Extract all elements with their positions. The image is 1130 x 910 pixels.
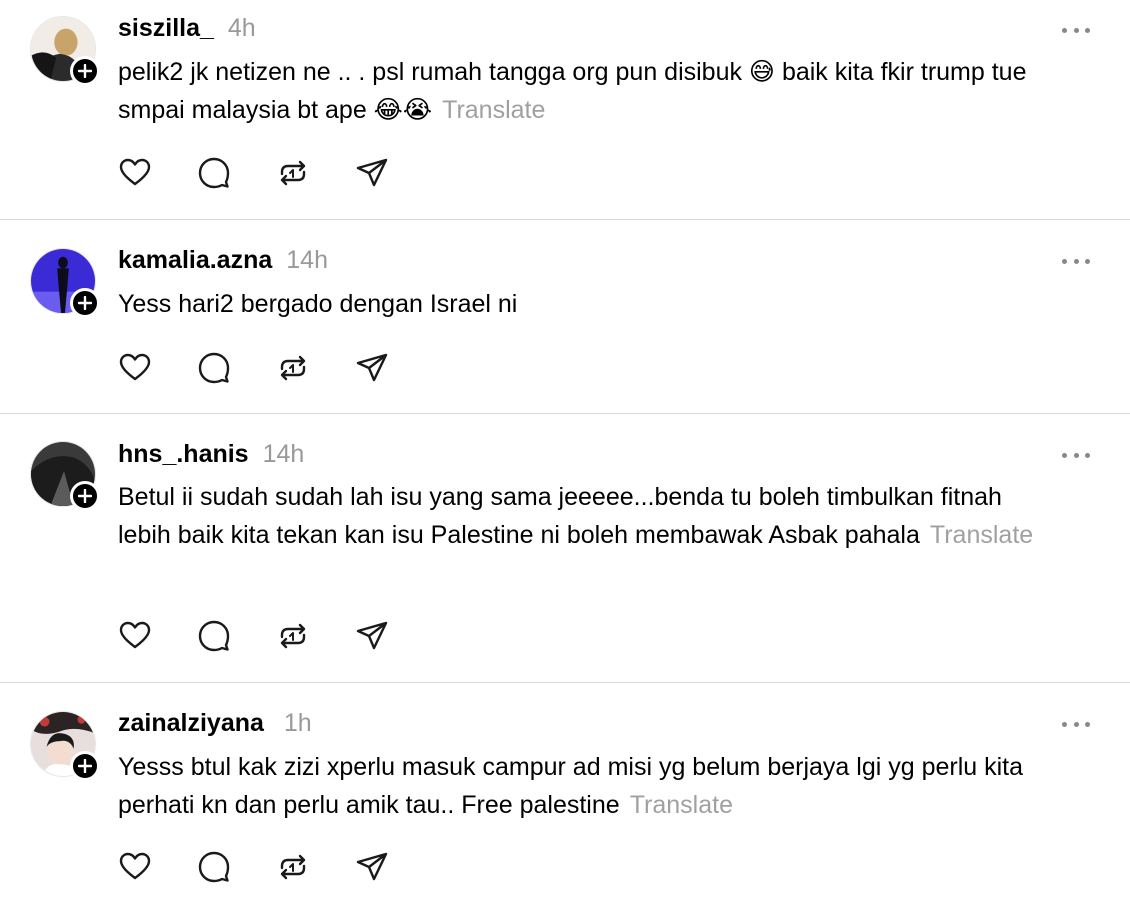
plus-icon bbox=[78, 759, 92, 773]
follow-button[interactable] bbox=[70, 751, 100, 781]
like-button[interactable] bbox=[118, 619, 152, 653]
username[interactable]: kamalia.azna bbox=[118, 246, 272, 275]
comment-header: kamalia.azna 14h bbox=[118, 246, 328, 276]
username[interactable]: siszilla_ bbox=[118, 14, 214, 43]
send-icon bbox=[356, 158, 388, 187]
more-dots-icon-dot bbox=[1085, 27, 1090, 33]
heart-icon bbox=[119, 852, 151, 880]
comment-post: zainalziyana 1h Yesss btul kak zizi xper… bbox=[0, 683, 1130, 910]
like-button[interactable] bbox=[118, 850, 152, 884]
reply-button[interactable] bbox=[197, 351, 231, 385]
repost-button[interactable] bbox=[276, 850, 310, 884]
reply-button[interactable] bbox=[197, 156, 231, 190]
more-options-button[interactable] bbox=[1062, 25, 1090, 35]
translate-link[interactable]: Translate bbox=[442, 96, 545, 124]
more-options-button[interactable] bbox=[1062, 256, 1090, 266]
comment-icon bbox=[198, 352, 230, 384]
share-button[interactable] bbox=[355, 351, 389, 385]
comment-header: siszilla_ 4h bbox=[118, 14, 256, 44]
translate-link[interactable]: Translate bbox=[930, 521, 1033, 549]
comment-body: Yess hari2 bergado dengan Israel ni bbox=[118, 290, 518, 318]
heart-icon bbox=[119, 158, 151, 186]
repost-button[interactable] bbox=[276, 351, 310, 385]
comment-text: Yess hari2 bergado dengan Israel ni bbox=[118, 285, 1098, 323]
share-button[interactable] bbox=[355, 850, 389, 884]
action-bar bbox=[118, 850, 434, 884]
send-icon bbox=[356, 353, 388, 382]
username[interactable]: zainalziyana bbox=[118, 709, 264, 738]
avatar-wrapper bbox=[30, 441, 100, 511]
plus-icon bbox=[78, 64, 92, 78]
comment-icon bbox=[198, 620, 230, 652]
timestamp: 14h bbox=[262, 440, 305, 468]
send-icon bbox=[356, 852, 388, 881]
repost-button[interactable] bbox=[276, 619, 310, 653]
comment-body: Betul ii sudah sudah lah isu yang sama j… bbox=[118, 483, 1002, 549]
comment-body: pelik2 jk netizen ne .. . psl rumah tang… bbox=[118, 58, 1027, 124]
repost-icon bbox=[280, 854, 306, 880]
heart-icon bbox=[119, 621, 151, 649]
more-dots-icon bbox=[1062, 721, 1067, 727]
follow-button[interactable] bbox=[70, 481, 100, 511]
reply-button[interactable] bbox=[197, 850, 231, 884]
more-dots-icon-dot bbox=[1073, 452, 1079, 458]
comment-post: siszilla_ 4h pelik2 jk netizen ne .. . p… bbox=[0, 0, 1130, 218]
like-button[interactable] bbox=[118, 156, 152, 190]
more-dots-icon-dot bbox=[1085, 258, 1090, 264]
username[interactable]: hns_.hanis bbox=[118, 440, 249, 469]
more-dots-icon bbox=[1062, 452, 1067, 458]
share-button[interactable] bbox=[355, 156, 389, 190]
comment-header: zainalziyana 1h bbox=[118, 709, 312, 739]
comment-text: Betul ii sudah sudah lah isu yang sama j… bbox=[118, 478, 1038, 554]
comment-icon bbox=[198, 157, 230, 189]
timestamp: 1h bbox=[283, 709, 312, 737]
more-dots-icon bbox=[1062, 258, 1067, 264]
avatar-wrapper bbox=[30, 248, 100, 318]
timestamp: 4h bbox=[227, 14, 256, 42]
reply-button[interactable] bbox=[197, 619, 231, 653]
heart-icon bbox=[119, 353, 151, 381]
translate-link[interactable]: Translate bbox=[630, 791, 733, 819]
more-dots-icon bbox=[1062, 27, 1067, 33]
comment-body: Yesss btul kak zizi xperlu masuk campur … bbox=[118, 753, 1024, 819]
avatar-wrapper bbox=[30, 16, 100, 86]
avatar-wrapper bbox=[30, 711, 100, 781]
timestamp: 14h bbox=[286, 246, 328, 274]
follow-button[interactable] bbox=[70, 288, 100, 318]
more-dots-icon-dot bbox=[1085, 721, 1090, 727]
comment-post: hns_.hanis 14h Betul ii sudah sudah lah … bbox=[0, 414, 1130, 682]
more-dots-icon-dot bbox=[1073, 258, 1079, 264]
comment-post: kamalia.azna 14h Yess hari2 bergado deng… bbox=[0, 220, 1130, 413]
follow-button[interactable] bbox=[70, 56, 100, 86]
repost-icon bbox=[280, 160, 306, 186]
more-dots-icon-dot bbox=[1073, 27, 1079, 33]
action-bar bbox=[118, 156, 434, 190]
more-options-button[interactable] bbox=[1062, 450, 1090, 460]
like-button[interactable] bbox=[118, 351, 152, 385]
more-dots-icon-dot bbox=[1085, 452, 1090, 458]
comment-icon bbox=[198, 851, 230, 883]
comment-header: hns_.hanis 14h bbox=[118, 440, 304, 470]
plus-icon bbox=[78, 296, 92, 310]
comment-text: Yesss btul kak zizi xperlu masuk campur … bbox=[118, 748, 1078, 824]
action-bar bbox=[118, 619, 434, 653]
action-bar bbox=[118, 351, 434, 385]
share-button[interactable] bbox=[355, 619, 389, 653]
more-options-button[interactable] bbox=[1062, 719, 1090, 729]
plus-icon bbox=[78, 489, 92, 503]
repost-icon bbox=[280, 623, 306, 649]
more-dots-icon-dot bbox=[1073, 721, 1079, 727]
send-icon bbox=[356, 621, 388, 650]
comments-feed: siszilla_ 4h pelik2 jk netizen ne .. . p… bbox=[0, 0, 1130, 910]
repost-button[interactable] bbox=[276, 156, 310, 190]
comment-text: pelik2 jk netizen ne .. . psl rumah tang… bbox=[118, 53, 1098, 129]
repost-icon bbox=[280, 355, 306, 381]
